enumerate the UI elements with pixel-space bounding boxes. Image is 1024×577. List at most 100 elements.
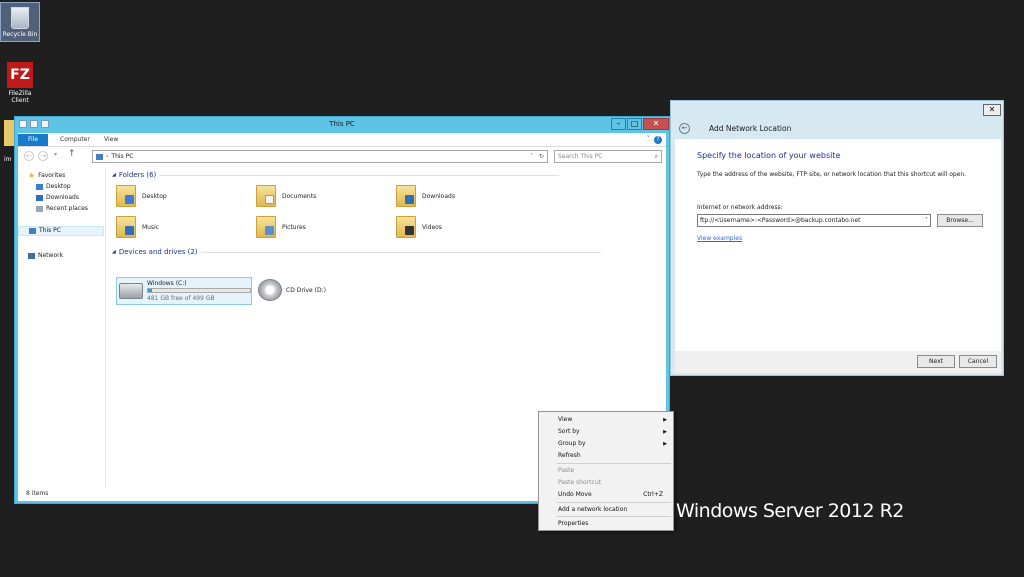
sidebar-item-desktop[interactable]: Desktop [36,182,71,192]
chevron-right-icon: › [106,153,109,160]
folder-item-downloads[interactable]: Downloads [396,182,455,210]
dialog-footer: Next Cancel [675,351,1001,373]
tab-file[interactable]: File [18,134,48,146]
search-input[interactable]: Search This PC ⌕ [554,150,662,163]
minimize-button[interactable]: – [611,118,626,130]
window-title: This PC [329,120,355,128]
tab-view[interactable]: View [96,134,126,146]
folder-label: Pictures [282,223,306,231]
menu-item-label: Add a network location [558,506,628,513]
sidebar-item-this-pc[interactable]: This PC [18,226,104,236]
hard-drive-icon [119,283,143,299]
menu-item-view[interactable]: View ▶ [539,414,673,426]
chevron-down-icon: ◢ [112,172,116,178]
dialog-close-button[interactable]: ✕ [983,104,1001,116]
menu-item-label: Undo Move [558,491,592,498]
chevron-down-icon[interactable]: ˅ [925,215,928,226]
sidebar-item-recent-places[interactable]: Recent places [36,204,88,214]
menu-item-label: Sort by [558,428,580,435]
folder-item-music[interactable]: Music [116,213,159,241]
search-icon: ⌕ [654,153,658,160]
folder-item-videos[interactable]: Videos [396,213,442,241]
menu-item-label: Properties [558,520,589,527]
folder-icon [256,216,276,238]
folder-icon [116,216,136,238]
menu-item-properties[interactable]: Properties [539,518,673,530]
folder-item-pictures[interactable]: Pictures [256,213,306,241]
chevron-right-icon: ▶ [663,441,667,447]
folder-item-desktop[interactable]: Desktop [116,182,167,210]
folder-icon [396,216,416,238]
menu-item-paste[interactable]: Paste [539,465,673,477]
group-header-folders[interactable]: ◢ Folders (6) [112,171,560,179]
recent-locations-icon[interactable]: ▾ [54,151,57,158]
cancel-button[interactable]: Cancel [959,355,997,368]
menu-item-sort-by[interactable]: Sort by ▶ [539,426,673,438]
desktop-icon-filezilla[interactable]: FZ FileZilla Client [0,62,40,104]
tab-computer[interactable]: Computer [52,134,98,146]
folder-label: Music [142,223,160,231]
group-header-label: Folders (6) [118,171,157,179]
dialog-body: Specify the location of your website Typ… [675,139,1001,351]
menu-item-paste-shortcut[interactable]: Paste shortcut [539,477,673,489]
address-dropdown-icon[interactable]: ˅ [530,151,533,162]
up-icon[interactable]: ↑ [68,149,76,159]
view-examples-link[interactable]: View examples [697,235,742,242]
dialog-header: ← Add Network Location [675,119,1001,139]
menu-separator [557,516,671,517]
desktop-icon [36,184,43,190]
desktop-icon-label[interactable]: im [4,156,12,163]
cd-drive-icon [258,279,282,301]
os-watermark: Windows Server 2012 R2 [676,500,904,522]
address-label: Internet or network address: [697,204,783,211]
group-header-label: Devices and drives (2) [118,248,198,256]
close-button[interactable]: ✕ [643,118,669,130]
drive-usage-bar [147,288,251,293]
title-bar[interactable]: This PC – □ ✕ [15,117,669,133]
network-address-value: ftp://<Username>:<Password>@backup.conta… [700,217,861,224]
folder-label: Documents [282,192,317,200]
dialog-description: Type the address of the website, FTP sit… [697,171,967,178]
drive-item-c[interactable]: Windows (C:) 481 GB free of 499 GB [116,277,252,305]
network-address-input[interactable]: ftp://<Username>:<Password>@backup.conta… [697,214,931,227]
sidebar-item-downloads[interactable]: Downloads [36,193,79,203]
dialog-heading: Specify the location of your website [697,151,841,160]
drive-item-d[interactable]: CD Drive (D:) [258,279,326,301]
menu-separator [557,502,671,503]
sidebar-item-label: This PC [39,227,61,234]
sidebar-item-label: Network [38,252,64,259]
folder-icon [256,185,276,207]
help-icon[interactable]: ? [654,136,662,144]
menu-item-refresh[interactable]: Refresh [539,450,673,462]
chevron-down-icon[interactable]: ˅ [647,135,651,143]
sidebar-item-network[interactable]: Network [28,251,63,261]
menu-item-label: Refresh [558,452,581,459]
back-icon[interactable]: ← [24,151,34,161]
browse-button[interactable]: Browse... [937,214,983,227]
folder-icon[interactable] [4,120,14,146]
recent-places-icon [36,206,43,212]
recycle-bin-icon [11,7,29,29]
drive-free-space: 481 GB free of 499 GB [147,295,215,302]
star-icon: ★ [28,171,36,180]
menu-item-group-by[interactable]: Group by ▶ [539,438,673,450]
address-bar[interactable]: › This PC ˅ ↻ [92,150,548,163]
folder-item-documents[interactable]: Documents [256,182,316,210]
context-menu: View ▶ Sort by ▶ Group by ▶ Refresh Past… [538,411,674,531]
sidebar-item-label: Recent places [46,205,88,212]
sidebar-item-favorites[interactable]: ★ Favorites [28,171,65,181]
desktop-icon-recycle-bin[interactable]: Recycle Bin [0,2,40,42]
address-text: This PC [111,153,134,160]
refresh-icon[interactable]: ↻ [539,151,544,162]
forward-icon[interactable]: → [38,151,48,161]
back-icon[interactable]: ← [679,123,690,134]
menu-item-add-network-location[interactable]: Add a network location [539,504,673,516]
computer-icon [96,153,103,160]
next-button[interactable]: Next [917,355,955,368]
menu-item-undo-move[interactable]: Undo Move Ctrl+Z [539,489,673,501]
group-header-devices[interactable]: ◢ Devices and drives (2) [112,248,601,256]
group-divider [159,174,560,176]
add-network-location-dialog[interactable]: ✕ ← Add Network Location Specify the loc… [670,100,1004,376]
folder-label: Desktop [142,192,167,200]
maximize-button[interactable]: □ [627,118,642,130]
